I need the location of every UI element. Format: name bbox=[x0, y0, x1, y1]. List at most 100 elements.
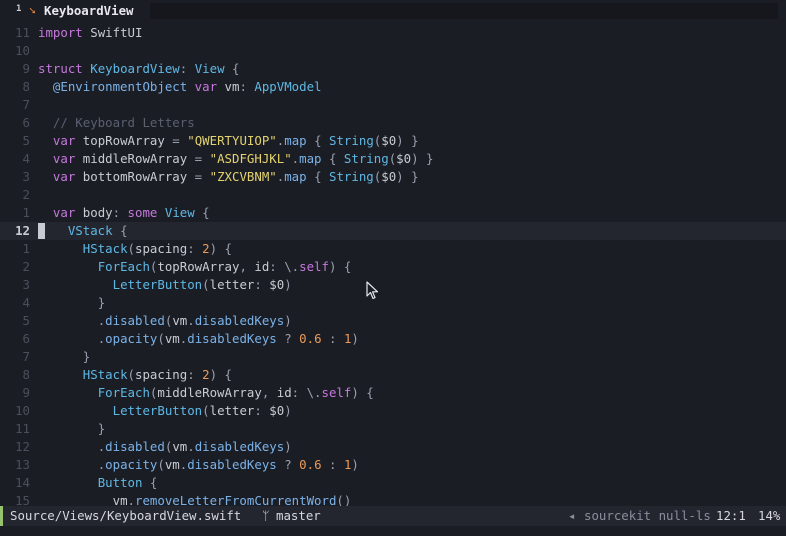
code-text: ForEach(topRowArray, id: \.self) { bbox=[38, 258, 352, 276]
code-text: HStack(spacing: 2) { bbox=[38, 366, 232, 384]
code-line[interactable]: 9 struct KeyboardView: View { bbox=[0, 60, 786, 78]
code-line[interactable]: 5 var topRowArray = "QWERTYUIOP".map { S… bbox=[0, 132, 786, 150]
swift-icon: ➘ bbox=[29, 4, 36, 17]
code-line[interactable]: 5 .disabled(vm.disabledKeys) bbox=[0, 312, 786, 330]
code-token: = bbox=[164, 133, 188, 148]
command-line[interactable] bbox=[0, 526, 786, 536]
code-line[interactable]: 14 Button { bbox=[0, 474, 786, 492]
code-text: var bottomRowArray = "ZXCVBNM".map { Str… bbox=[38, 168, 419, 186]
code-line[interactable]: 7 bbox=[0, 96, 786, 114]
code-token: opacity bbox=[105, 331, 158, 346]
code-line[interactable]: 8 HStack(spacing: 2) { bbox=[0, 366, 786, 384]
code-token: = bbox=[187, 151, 210, 166]
code-line[interactable]: 2 bbox=[0, 186, 786, 204]
line-number: 11 bbox=[15, 25, 30, 40]
code-token: map bbox=[284, 133, 307, 148]
code-token: KeyboardView bbox=[90, 61, 180, 76]
line-number: 6 bbox=[22, 115, 30, 130]
code-line[interactable]: 9 ForEach(middleRowArray, id: \.self) { bbox=[0, 384, 786, 402]
code-token: disabled bbox=[105, 313, 165, 328]
code-token: { bbox=[321, 151, 344, 166]
code-token: 0.6 bbox=[299, 457, 322, 472]
code-line[interactable]: 10 LetterButton(letter: $0) bbox=[0, 402, 786, 420]
code-line[interactable]: 6 .opacity(vm.disabledKeys ? 0.6 : 1) bbox=[0, 330, 786, 348]
code-token: : bbox=[239, 79, 255, 94]
code-token: vm bbox=[172, 439, 188, 454]
code-token: letter bbox=[209, 403, 255, 418]
line-number: 6 bbox=[22, 331, 30, 346]
line-number: 9 bbox=[22, 385, 30, 400]
code-line[interactable]: 10 bbox=[0, 42, 786, 60]
code-line[interactable]: 1 HStack(spacing: 2) { bbox=[0, 240, 786, 258]
code-text: struct KeyboardView: View { bbox=[38, 60, 239, 78]
code-line[interactable]: 7 } bbox=[0, 348, 786, 366]
code-token: : bbox=[254, 403, 270, 418]
code-token: = bbox=[187, 169, 210, 184]
code-editor[interactable]: 11 import SwiftUI 10 9 struct KeyboardView: … bbox=[0, 22, 786, 508]
code-token: VStack bbox=[67, 223, 113, 238]
code-line[interactable]: 11 } bbox=[0, 420, 786, 438]
code-line[interactable]: 4 } bbox=[0, 294, 786, 312]
code-token: bottomRowArray bbox=[82, 169, 188, 184]
code-token: var bbox=[52, 151, 76, 166]
code-token: ) { bbox=[209, 367, 232, 382]
code-token: some bbox=[127, 205, 158, 220]
code-line[interactable]: 1 var body: some View { bbox=[0, 204, 786, 222]
line-number: 2 bbox=[22, 259, 30, 274]
code-token: self bbox=[299, 259, 329, 274]
code-token: String bbox=[329, 169, 374, 184]
code-token: self bbox=[321, 385, 352, 400]
code-token: , bbox=[261, 385, 277, 400]
code-token: SwiftUI bbox=[90, 25, 143, 40]
line-number: 2 bbox=[22, 187, 30, 202]
code-token: spacing bbox=[135, 367, 188, 382]
code-token: disabledKeys bbox=[187, 457, 277, 472]
code-line[interactable]: 4 var middleRowArray = "ASDFGHJKL".map {… bbox=[0, 150, 786, 168]
code-line[interactable]: 6 // Keyboard Letters bbox=[0, 114, 786, 132]
code-text: } bbox=[38, 294, 105, 312]
code-token: { bbox=[306, 133, 330, 148]
line-number: 8 bbox=[22, 79, 30, 94]
code-token: var bbox=[52, 169, 76, 184]
code-token: , bbox=[239, 259, 255, 274]
line-number: 12 bbox=[15, 223, 30, 238]
code-token: : bbox=[321, 457, 344, 472]
code-text: LetterButton(letter: $0) bbox=[38, 402, 292, 420]
code-token: String bbox=[329, 133, 374, 148]
code-token: HStack bbox=[82, 367, 128, 382]
code-line[interactable]: 8 @EnvironmentObject var vm: AppVModel bbox=[0, 78, 786, 96]
code-token: } bbox=[97, 421, 106, 436]
code-line[interactable]: 13 .opacity(vm.disabledKeys ? 0.6 : 1) bbox=[0, 456, 786, 474]
code-token: disabledKeys bbox=[194, 439, 285, 454]
code-token: ( bbox=[157, 331, 165, 346]
code-line[interactable]: 2 ForEach(topRowArray, id: \.self) { bbox=[0, 258, 786, 276]
tab-title[interactable]: KeyboardView bbox=[44, 3, 134, 18]
code-text: } bbox=[38, 348, 90, 366]
code-line-current[interactable]: 12 VStack { bbox=[0, 222, 786, 240]
code-line[interactable]: 11 import SwiftUI bbox=[0, 24, 786, 42]
code-text: @EnvironmentObject var vm: AppVModel bbox=[38, 78, 322, 96]
code-line[interactable]: 3 LetterButton(letter: $0) bbox=[0, 276, 786, 294]
code-token: : bbox=[179, 61, 195, 76]
code-text: .disabled(vm.disabledKeys) bbox=[38, 312, 292, 330]
code-token: { bbox=[112, 223, 128, 238]
code-token: var bbox=[194, 79, 218, 94]
code-line[interactable]: 3 var bottomRowArray = "ZXCVBNM".map { S… bbox=[0, 168, 786, 186]
code-line[interactable]: 12 .disabled(vm.disabledKeys) bbox=[0, 438, 786, 456]
code-token: View bbox=[164, 205, 195, 220]
code-token: HStack bbox=[82, 241, 128, 256]
code-token: : bbox=[254, 277, 270, 292]
